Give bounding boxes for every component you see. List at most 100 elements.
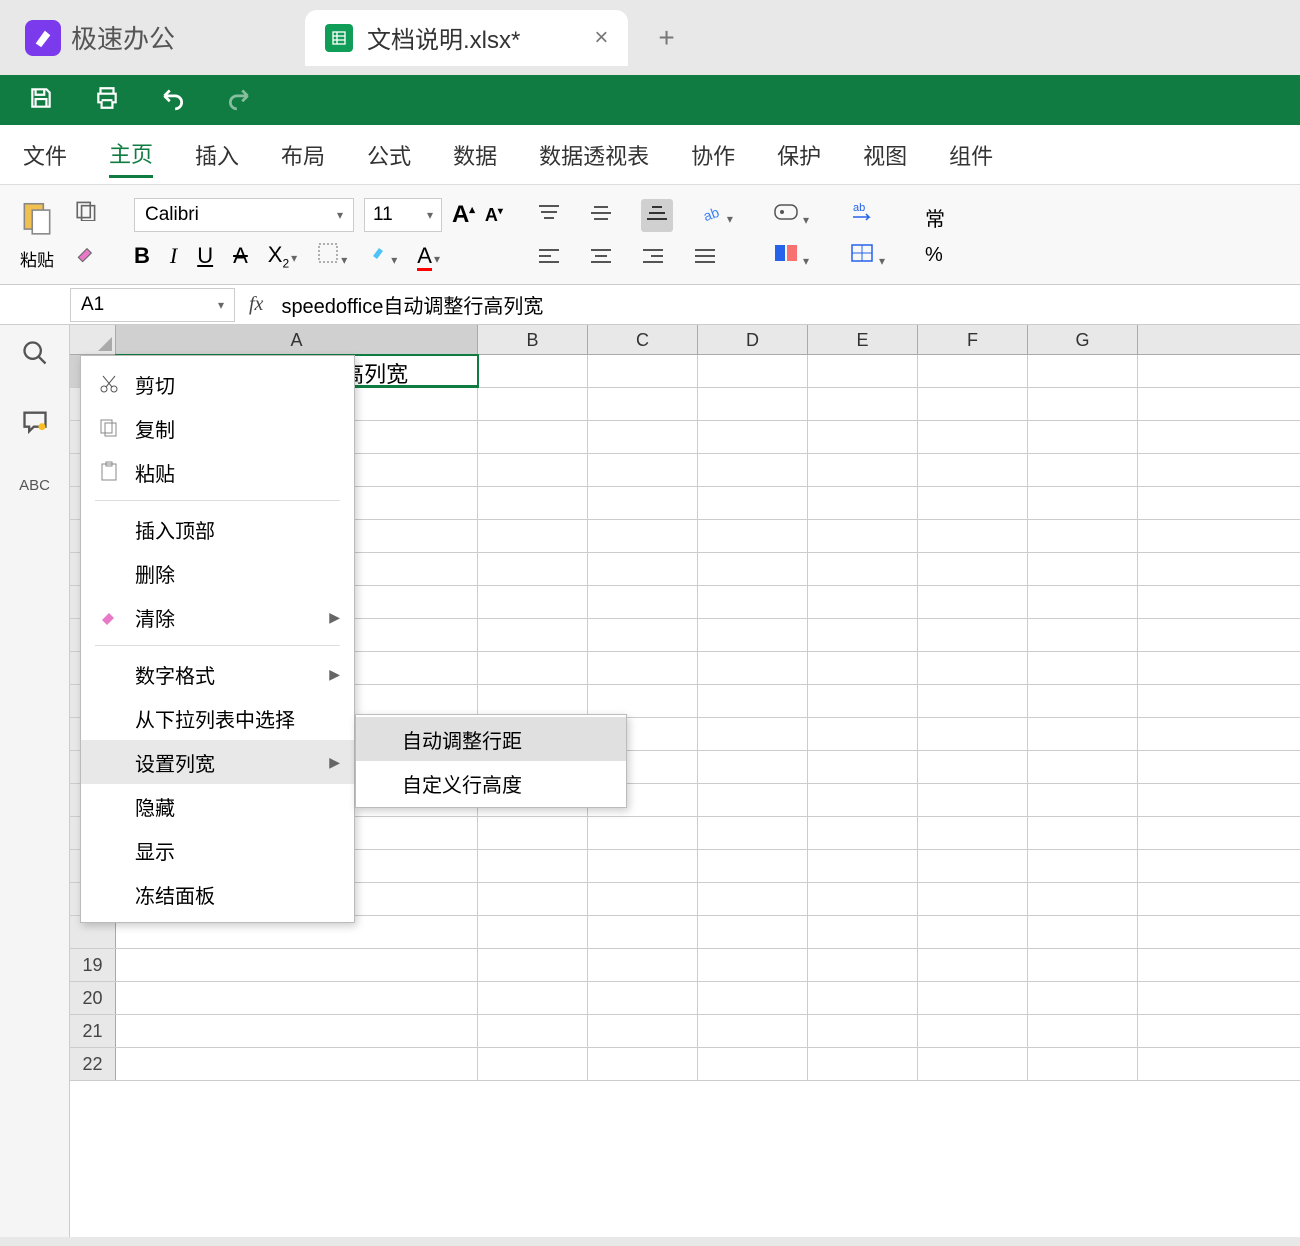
close-tab-icon[interactable]: × — [594, 24, 608, 52]
cell[interactable] — [478, 685, 588, 717]
cell[interactable] — [808, 652, 918, 684]
sub-custom-row-height[interactable]: 自定义行高度 — [356, 761, 626, 805]
cell[interactable] — [808, 388, 918, 420]
cell[interactable] — [698, 388, 808, 420]
cell[interactable] — [1028, 751, 1138, 783]
number-format-label[interactable]: 常 — [925, 203, 945, 232]
menu-view[interactable]: 视图 — [863, 133, 907, 177]
copy-button[interactable] — [74, 199, 100, 226]
cell[interactable] — [698, 619, 808, 651]
cell[interactable] — [478, 850, 588, 882]
ctx-paste[interactable]: 粘贴 — [81, 450, 354, 494]
cell[interactable] — [918, 784, 1028, 816]
italic-button[interactable]: I — [170, 243, 177, 269]
menu-data[interactable]: 数据 — [453, 133, 497, 177]
cell[interactable] — [918, 1048, 1028, 1080]
cell[interactable] — [918, 652, 1028, 684]
border-button[interactable]: ▾ — [317, 242, 347, 270]
cell[interactable] — [588, 355, 698, 387]
cell[interactable] — [588, 982, 698, 1014]
menu-protect[interactable]: 保护 — [777, 133, 821, 177]
cell[interactable] — [478, 1048, 588, 1080]
cell[interactable] — [1028, 586, 1138, 618]
fx-icon[interactable]: fx — [249, 293, 263, 316]
cell[interactable] — [478, 520, 588, 552]
cell[interactable] — [1028, 982, 1138, 1014]
cell[interactable] — [1028, 1015, 1138, 1047]
col-header-g[interactable]: G — [1028, 325, 1138, 354]
align-center-button[interactable] — [589, 246, 613, 271]
cell[interactable] — [808, 355, 918, 387]
document-tab[interactable]: 文档说明.xlsx* × — [305, 10, 628, 66]
paste-button[interactable]: 粘贴 — [18, 199, 56, 271]
align-bottom-button[interactable] — [641, 199, 673, 232]
cell[interactable] — [588, 487, 698, 519]
cell[interactable] — [116, 949, 478, 981]
cell[interactable] — [1028, 1048, 1138, 1080]
cell[interactable] — [918, 388, 1028, 420]
cell[interactable] — [588, 949, 698, 981]
cell[interactable] — [478, 652, 588, 684]
cell[interactable] — [808, 718, 918, 750]
menu-pivot[interactable]: 数据透视表 — [539, 133, 649, 177]
cell[interactable] — [588, 850, 698, 882]
cell[interactable] — [478, 817, 588, 849]
cell[interactable] — [918, 685, 1028, 717]
cell[interactable] — [1028, 784, 1138, 816]
menu-home[interactable]: 主页 — [109, 131, 153, 178]
strikethrough-button[interactable]: A — [233, 243, 248, 269]
cell[interactable] — [588, 1015, 698, 1047]
cell[interactable] — [808, 520, 918, 552]
comments-icon[interactable] — [21, 408, 49, 441]
cell[interactable] — [918, 883, 1028, 915]
cell[interactable] — [478, 355, 588, 387]
shrink-font-button[interactable]: A▾ — [485, 205, 503, 226]
cell[interactable] — [1028, 949, 1138, 981]
cell[interactable] — [918, 850, 1028, 882]
cell[interactable] — [698, 685, 808, 717]
ctx-insert-top[interactable]: 插入顶部 — [81, 507, 354, 551]
menu-collab[interactable]: 协作 — [691, 133, 735, 177]
cell[interactable] — [478, 949, 588, 981]
cell[interactable] — [698, 421, 808, 453]
cell[interactable] — [808, 784, 918, 816]
ctx-freeze[interactable]: 冻结面板 — [81, 872, 354, 916]
ctx-set-col-width[interactable]: 设置列宽▶ — [81, 740, 354, 784]
formula-input[interactable]: speedoffice自动调整行高列宽 — [277, 286, 1300, 323]
cell[interactable] — [698, 850, 808, 882]
menu-formula[interactable]: 公式 — [367, 133, 411, 177]
cell[interactable] — [918, 355, 1028, 387]
format-painter-button[interactable] — [74, 242, 100, 269]
cell[interactable] — [918, 421, 1028, 453]
spellcheck-icon[interactable]: ABC — [19, 477, 50, 494]
cell[interactable] — [1028, 520, 1138, 552]
cell[interactable] — [698, 520, 808, 552]
cell[interactable] — [918, 817, 1028, 849]
align-top-button[interactable] — [537, 203, 561, 228]
cell[interactable] — [478, 388, 588, 420]
menu-file[interactable]: 文件 — [23, 133, 67, 177]
menu-layout[interactable]: 布局 — [281, 133, 325, 177]
cell[interactable] — [808, 619, 918, 651]
cell[interactable] — [1028, 685, 1138, 717]
font-size-select[interactable]: 11▾ — [364, 198, 442, 232]
cell[interactable] — [588, 454, 698, 486]
cell[interactable] — [808, 751, 918, 783]
select-all-corner[interactable] — [70, 325, 116, 354]
named-range-button[interactable]: ▾ — [773, 200, 809, 229]
cell[interactable] — [918, 949, 1028, 981]
cell[interactable] — [918, 982, 1028, 1014]
cell[interactable] — [698, 553, 808, 585]
ctx-delete[interactable]: 删除 — [81, 551, 354, 595]
ctx-number-format[interactable]: 数字格式▶ — [81, 652, 354, 696]
cell[interactable] — [478, 454, 588, 486]
save-button[interactable] — [28, 85, 54, 116]
cell[interactable] — [1028, 817, 1138, 849]
cell[interactable] — [1028, 388, 1138, 420]
cell[interactable] — [808, 850, 918, 882]
cell[interactable] — [588, 685, 698, 717]
cell[interactable] — [1028, 619, 1138, 651]
cell[interactable] — [478, 982, 588, 1014]
cell[interactable] — [698, 751, 808, 783]
align-justify-button[interactable] — [693, 246, 717, 271]
